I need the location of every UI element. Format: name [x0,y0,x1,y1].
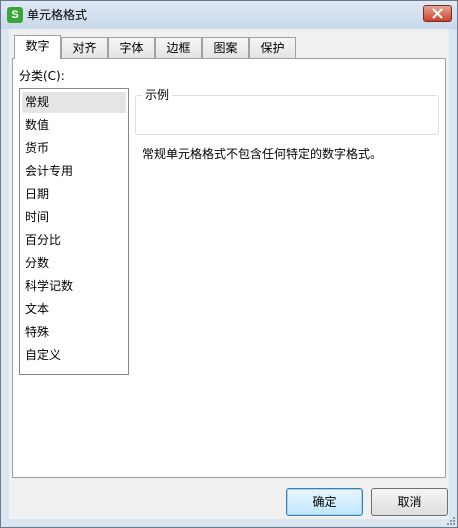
category-item-special[interactable]: 特殊 [22,322,126,343]
tab-protection[interactable]: 保护 [249,37,296,58]
category-item-date[interactable]: 日期 [22,184,126,205]
format-cells-dialog: S 单元格格式 数字 对齐 字体 边框 图案 保护 分类(C): 常规 数值 货… [0,0,458,528]
tab-alignment[interactable]: 对齐 [61,37,108,58]
dialog-body: 数字 对齐 字体 边框 图案 保护 分类(C): 常规 数值 货币 会计专用 日… [9,29,449,519]
format-description: 常规单元格格式不包含任何特定的数字格式。 [142,147,383,161]
category-item-number[interactable]: 数值 [22,115,126,136]
category-list[interactable]: 常规 数值 货币 会计专用 日期 时间 百分比 分数 科学记数 文本 特殊 自定… [19,88,129,375]
title-bar[interactable]: S 单元格格式 [1,1,457,29]
category-item-text[interactable]: 文本 [22,299,126,320]
example-label: 示例 [142,87,173,103]
category-item-percentage[interactable]: 百分比 [22,230,126,251]
category-label: 分类(C): [19,69,65,83]
cancel-button[interactable]: 取消 [371,488,448,516]
number-tab-panel: 分类(C): 常规 数值 货币 会计专用 日期 时间 百分比 分数 科学记数 文… [12,58,446,478]
category-item-currency[interactable]: 货币 [22,138,126,159]
resize-grip-icon[interactable] [445,515,455,525]
tab-number[interactable]: 数字 [14,35,61,59]
close-button[interactable] [423,5,452,22]
category-item-fraction[interactable]: 分数 [22,253,126,274]
ok-button[interactable]: 确定 [286,488,363,516]
close-icon [432,8,443,19]
dialog-title: 单元格格式 [27,8,88,22]
tab-border[interactable]: 边框 [155,37,202,58]
example-group: 示例 [135,87,439,135]
category-item-general[interactable]: 常规 [22,92,126,113]
category-item-scientific[interactable]: 科学记数 [22,276,126,297]
tab-pattern[interactable]: 图案 [202,37,249,58]
category-item-custom[interactable]: 自定义 [22,345,126,366]
category-item-accounting[interactable]: 会计专用 [22,161,126,182]
app-icon: S [7,7,23,23]
category-item-time[interactable]: 时间 [22,207,126,228]
tab-font[interactable]: 字体 [108,37,155,58]
